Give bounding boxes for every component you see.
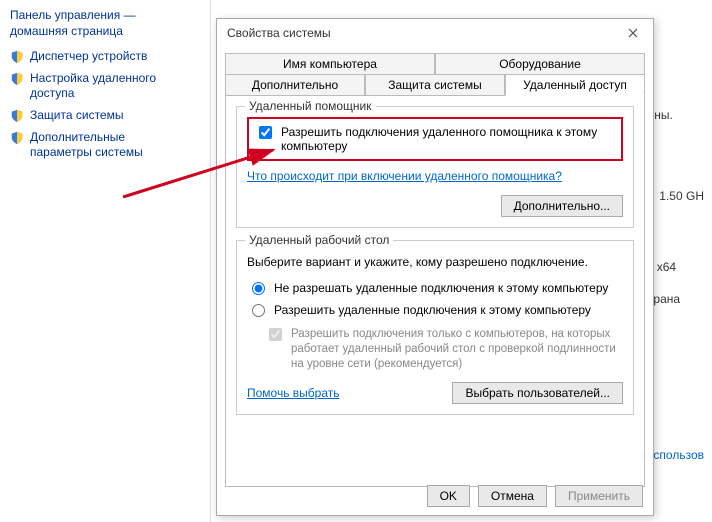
radio-deny-remote[interactable]: Не разрешать удаленные подключения к это… [247, 281, 623, 295]
group-legend: Удаленный помощник [245, 99, 376, 113]
nla-checkbox [269, 328, 282, 341]
sidebar-item-label: Настройка удаленного доступа [30, 71, 190, 102]
sidebar-item-label: Дополнительные параметры системы [30, 130, 190, 161]
cancel-button[interactable]: Отмена [478, 485, 547, 507]
ok-button[interactable]: OK [427, 485, 470, 507]
select-users-button[interactable]: Выбрать пользователей... [452, 382, 623, 404]
close-icon [628, 28, 638, 38]
tab-computer-name[interactable]: Имя компьютера [225, 53, 435, 74]
shield-icon [10, 50, 24, 64]
system-properties-dialog: Свойства системы Имя компьютера Оборудов… [216, 18, 654, 516]
sidebar-item-system-protection[interactable]: Защита системы [10, 108, 190, 124]
radio-label: Разрешить удаленные подключения к этому … [274, 303, 591, 317]
radio-allow-remote[interactable]: Разрешить удаленные подключения к этому … [247, 303, 623, 317]
group-remote-assistance: Удаленный помощник Разрешить подключения… [236, 106, 634, 228]
radio-label: Не разрешать удаленные подключения к это… [274, 281, 608, 295]
tab-row-bottom: Дополнительно Защита системы Удаленный д… [225, 74, 645, 95]
remote-desktop-description: Выберите вариант и укажите, кому разреше… [247, 255, 623, 269]
radio-allow-input[interactable] [252, 304, 265, 317]
close-button[interactable] [619, 23, 647, 43]
control-panel-sidebar: Панель управления — домашняя страница Ди… [0, 0, 200, 175]
remote-assistance-advanced-button[interactable]: Дополнительно... [501, 195, 623, 217]
sidebar-title: Панель управления — домашняя страница [10, 8, 190, 39]
shield-icon [10, 109, 24, 123]
highlight-box: Разрешить подключения удаленного помощни… [247, 117, 623, 161]
sidebar-item-label: Диспетчер устройств [30, 49, 147, 65]
dialog-button-row: OK Отмена Применить [427, 485, 643, 507]
sidebar-item-remote-settings[interactable]: Настройка удаленного доступа [10, 71, 190, 102]
allow-remote-assistance-checkbox[interactable] [259, 126, 272, 139]
dialog-titlebar: Свойства системы [217, 19, 653, 47]
tab-system-protection[interactable]: Защита системы [365, 74, 505, 95]
group-remote-desktop: Удаленный рабочий стол Выберите вариант … [236, 240, 634, 415]
radio-deny-input[interactable] [252, 282, 265, 295]
tab-hardware[interactable]: Оборудование [435, 53, 645, 74]
group-legend: Удаленный рабочий стол [245, 233, 393, 247]
checkbox-label: Разрешить подключения удаленного помощни… [281, 125, 615, 153]
shield-icon [10, 72, 24, 86]
help-choose-link[interactable]: Помочь выбрать [247, 386, 340, 400]
sidebar-item-advanced-settings[interactable]: Дополнительные параметры системы [10, 130, 190, 161]
sidebar-item-device-manager[interactable]: Диспетчер устройств [10, 49, 190, 65]
nla-label: Разрешить подключения только с компьютер… [291, 327, 623, 372]
tab-row-top: Имя компьютера Оборудование [225, 53, 645, 74]
apply-button[interactable]: Применить [555, 485, 643, 507]
shield-icon [10, 131, 24, 145]
dialog-title: Свойства системы [227, 26, 331, 40]
tab-advanced[interactable]: Дополнительно [225, 74, 365, 95]
remote-assistance-help-link[interactable]: Что происходит при включении удаленного … [247, 169, 623, 183]
sidebar-item-label: Защита системы [30, 108, 123, 124]
tab-remote[interactable]: Удаленный доступ [505, 74, 645, 96]
tab-panel-remote: Удаленный помощник Разрешить подключения… [225, 95, 645, 487]
nla-checkbox-row: Разрешить подключения только с компьютер… [265, 327, 623, 372]
